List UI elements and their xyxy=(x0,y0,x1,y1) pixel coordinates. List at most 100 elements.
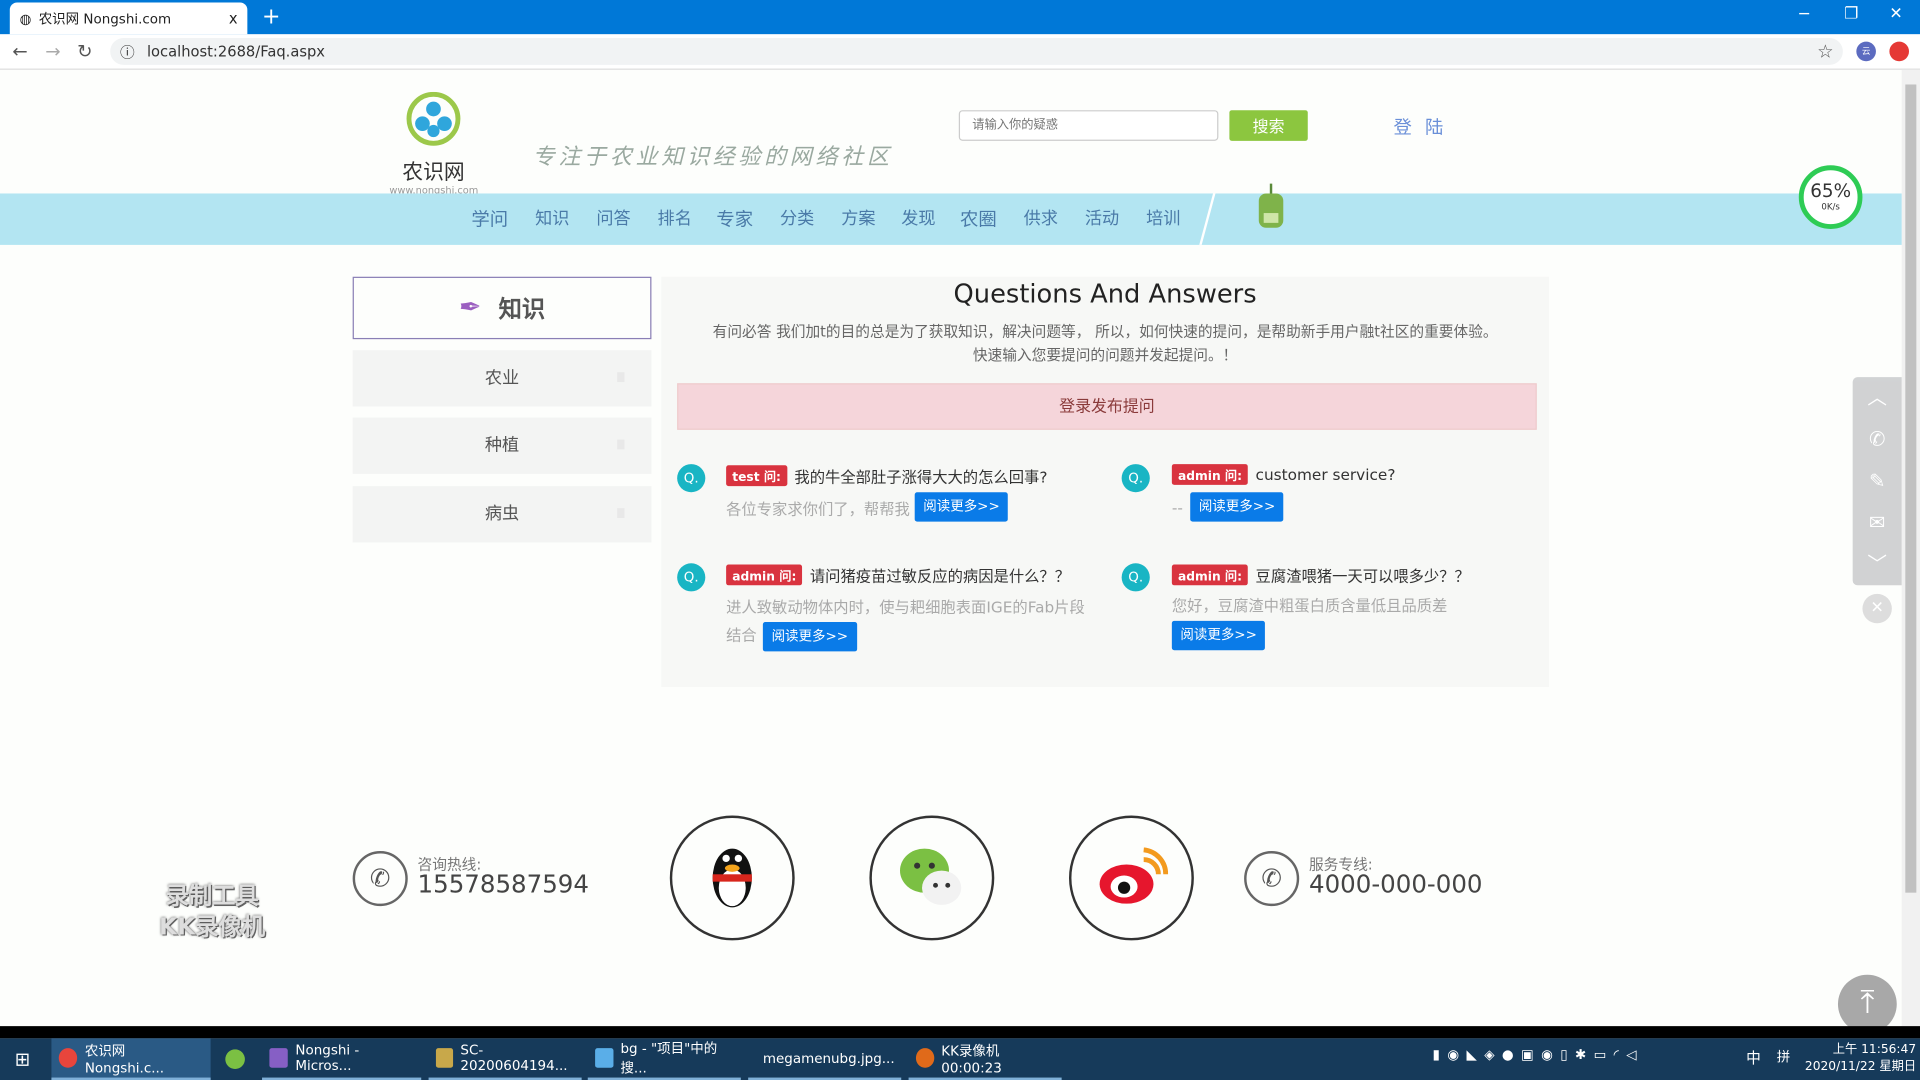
nav-item[interactable]: 活动 xyxy=(1085,206,1119,230)
taskbar-item-sc[interactable]: SC-20200604194... xyxy=(428,1038,582,1080)
nav-item[interactable]: 专家 xyxy=(716,206,753,232)
question-item[interactable]: test 问: 我的牛全部肚子涨得大大的怎么回事? xyxy=(726,464,1047,487)
nav-item[interactable]: 农圈 xyxy=(960,206,997,232)
question-title[interactable]: 我的牛全部肚子涨得大大的怎么回事? xyxy=(794,464,1047,487)
new-tab-button[interactable]: + xyxy=(262,4,280,30)
globe-icon: ◍ xyxy=(19,10,32,27)
read-more-button[interactable]: 阅读更多>> xyxy=(762,622,857,652)
answer-preview: -- xyxy=(1171,497,1183,517)
taskbar-item-vs[interactable]: Nongshi - Micros... xyxy=(262,1038,422,1080)
nav-item[interactable]: 供求 xyxy=(1024,206,1058,230)
slogan: 专注于农业知识经验的网络社区 xyxy=(532,144,893,171)
clock[interactable]: 上午 11:56:47 2020/11/22 星期日 xyxy=(1805,1042,1916,1076)
extension-icon[interactable]: 云 xyxy=(1856,41,1876,62)
taskbar-item-app[interactable] xyxy=(218,1038,252,1080)
question-item[interactable]: admin 问: customer service? xyxy=(1171,464,1396,485)
question-item[interactable]: admin 问: 豆腐渣喂猪一天可以喂多少？？ xyxy=(1171,563,1470,586)
maximize-button[interactable]: ❐ xyxy=(1844,5,1858,23)
search-input[interactable] xyxy=(958,110,1219,141)
nav-item[interactable]: 排名 xyxy=(658,206,692,230)
extension-icon-2[interactable] xyxy=(1889,41,1909,62)
question-title[interactable]: 请问猪疫苗过敏反应的病因是什么？？ xyxy=(810,563,1070,586)
browser-tab[interactable]: ◍ 农识网 Nongshi.com x xyxy=(9,2,248,35)
sidebar-item[interactable]: 种植 xyxy=(352,417,652,474)
close-window-button[interactable]: ✕ xyxy=(1889,5,1902,23)
answer-preview: 您好，豆腐渣中粗蛋白质含量低且品质差 xyxy=(1171,596,1448,615)
url-input[interactable]: ⓘ localhost:2688/Faq.aspx xyxy=(110,37,1843,65)
taskbar-label: 农识网 Nongshi.c... xyxy=(84,1042,165,1076)
scrollbar[interactable] xyxy=(1901,69,1920,1039)
close-tab-icon[interactable]: x xyxy=(229,10,238,27)
chevron-up-icon[interactable]: ︿ xyxy=(1853,377,1902,419)
taskbar-label: SC-20200604194... xyxy=(460,1042,568,1074)
taskbar-item-kk[interactable]: KK录像机 00:00:23 xyxy=(908,1038,1062,1080)
sidebar-header: ✒ 知识 xyxy=(352,276,652,340)
ime-indicator[interactable]: 中 xyxy=(1746,1047,1761,1068)
taskbar-label: KK录像机 00:00:23 xyxy=(941,1042,1002,1076)
clock-time: 上午 11:56:47 xyxy=(1832,1043,1917,1057)
sidebar-title: 知识 xyxy=(498,296,546,324)
logo-text: 农识网 xyxy=(402,160,465,185)
nav-item[interactable]: 知识 xyxy=(535,206,569,230)
taskbar-item-bg[interactable]: bg - "项目"中的搜... xyxy=(587,1038,741,1080)
edit-icon[interactable]: ✎ xyxy=(1853,460,1902,502)
main-nav xyxy=(0,193,1902,245)
phone-icon[interactable]: ✆ xyxy=(1853,419,1902,461)
chevron-down-icon[interactable]: ﹀ xyxy=(1853,544,1902,586)
read-more-button[interactable]: 阅读更多>> xyxy=(1190,492,1284,522)
read-more-button[interactable]: 阅读更多>> xyxy=(1171,620,1266,651)
floating-toolbar: ︿ ✆ ✎ ✉ ﹀ xyxy=(1852,377,1902,586)
taskbar-item-photo[interactable]: megamenubg.jpg... xyxy=(748,1038,902,1080)
service-number: 4000-000-000 xyxy=(1308,869,1483,899)
nav-item[interactable]: 培训 xyxy=(1146,206,1180,230)
post-question-button[interactable]: 登录发布提问 xyxy=(677,383,1537,430)
wechat-icon[interactable] xyxy=(869,815,995,941)
ime-mode[interactable]: 拼 xyxy=(1777,1047,1790,1067)
bookmark-star-icon[interactable]: ☆ xyxy=(1817,40,1833,62)
question-title[interactable]: 豆腐渣喂猪一天可以喂多少？？ xyxy=(1256,563,1470,586)
arrow-icon xyxy=(617,372,625,383)
question-icon: Q. xyxy=(677,464,706,493)
read-more-button[interactable]: 阅读更多>> xyxy=(914,492,1009,522)
recorder-watermark: 录制工具 KK录像机 xyxy=(159,882,266,941)
taskbar-label: megamenubg.jpg... xyxy=(762,1050,895,1066)
url-text: localhost:2688/Faq.aspx xyxy=(146,42,326,61)
back-icon[interactable]: ← xyxy=(12,40,27,62)
windows-start-icon[interactable]: ⊞ xyxy=(15,1048,30,1070)
nav-item[interactable]: 学问 xyxy=(471,206,508,232)
system-tray-icons[interactable]: ▮◉◣◈●▣◉▯✱▭◜◁ xyxy=(1433,1047,1644,1063)
status-strip xyxy=(0,1026,1920,1039)
qq-icon[interactable] xyxy=(669,815,795,941)
scrollbar-thumb[interactable] xyxy=(1905,84,1917,893)
forward-icon[interactable]: → xyxy=(45,40,60,62)
taskbar-item-chrome[interactable]: 农识网 Nongshi.c... xyxy=(51,1038,211,1080)
mail-icon[interactable]: ✉ xyxy=(1853,502,1902,544)
phone-icon: ✆ xyxy=(1244,851,1300,907)
nav-item[interactable]: 分类 xyxy=(780,206,814,230)
question-icon: Q. xyxy=(1121,563,1150,592)
minimize-button[interactable]: − xyxy=(1798,5,1811,23)
nav-item[interactable]: 问答 xyxy=(596,206,630,230)
browser-tab-bar xyxy=(0,0,1920,35)
search-button[interactable]: 搜索 xyxy=(1229,110,1308,141)
reload-icon[interactable]: ↻ xyxy=(77,40,92,62)
description-2: 快速输入您要提问的问题并发起提问。！ xyxy=(972,346,1238,364)
login-link[interactable]: 登 陆 xyxy=(1393,114,1447,140)
nav-item[interactable]: 方案 xyxy=(841,206,875,230)
back-to-top-button[interactable]: ⤒ xyxy=(1837,974,1897,1034)
tab-title: 农识网 Nongshi.com xyxy=(38,11,172,27)
speed-widget[interactable]: 65% 0K/s xyxy=(1798,165,1863,229)
description: 有问必答 我们加t的目的总是为了获取知识，解决问题等， 所以，如何快速的提问，是… xyxy=(712,323,1498,341)
visual-studio-icon xyxy=(269,1048,289,1068)
site-logo[interactable]: 农识网 www.nongshi.com xyxy=(389,91,478,196)
weibo-icon[interactable] xyxy=(1068,815,1194,941)
mascot-icon xyxy=(1258,183,1284,228)
sidebar-item[interactable]: 病虫 xyxy=(352,486,652,543)
question-title[interactable]: customer service? xyxy=(1256,465,1396,483)
tools-icon xyxy=(435,1048,454,1068)
question-item[interactable]: admin 问: 请问猪疫苗过敏反应的病因是什么？？ xyxy=(726,563,1070,586)
close-icon[interactable]: ✕ xyxy=(1862,593,1892,624)
nav-item[interactable]: 发现 xyxy=(901,206,935,230)
sidebar-item[interactable]: 农业 xyxy=(352,350,652,407)
question-icon: Q. xyxy=(677,563,706,592)
